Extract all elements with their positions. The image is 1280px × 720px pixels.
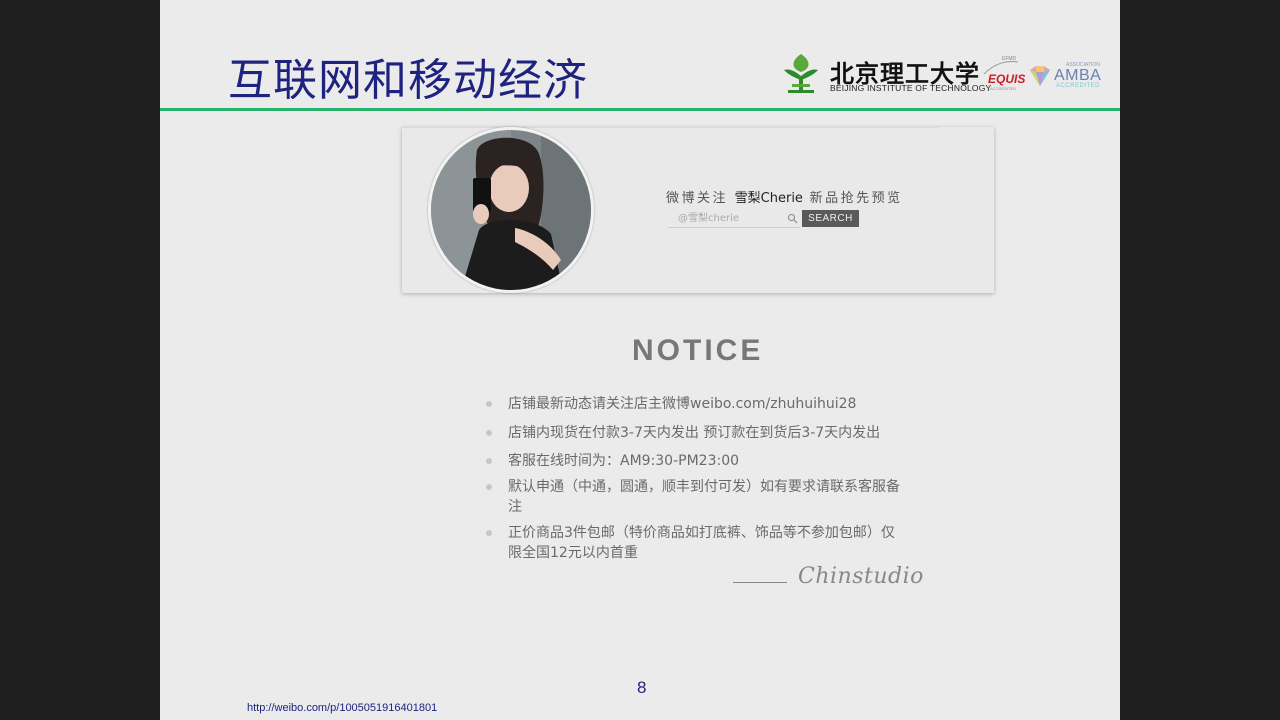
weibo-search-box: [668, 211, 800, 228]
bit-english-name: BEIJING INSTITUTE OF TECHNOLOGY: [830, 83, 992, 93]
notice-item-text: 客服在线时间为：AM9:30-PM23:00: [508, 453, 740, 469]
slide-title: 互联网和移动经济: [228, 55, 588, 106]
equis-label: EQUIS: [988, 72, 1026, 86]
notice-item-text: 店铺最新动态请关注店主微博weibo.com/zhuhuihui28: [508, 396, 857, 412]
page-number: 8: [637, 678, 647, 697]
amba-logo: ASSOCIATION AMBA ACCREDITED: [1026, 62, 1106, 92]
list-item: 店铺最新动态请关注店主微博weibo.com/zhuhuihui28: [486, 394, 906, 414]
equis-accredited-label: ACCREDITED: [990, 86, 1017, 91]
bullet-icon: [486, 430, 492, 436]
signature: Chinstudio: [798, 564, 924, 589]
bullet-icon: [486, 530, 492, 536]
weibo-search-input[interactable]: [668, 211, 790, 226]
list-item: 默认申通（中通，圆通，顺丰到付可发）如有要求请联系客服备注: [486, 477, 906, 517]
notice-item-text: 默认申通（中通，圆通，顺丰到付可发）如有要求请联系客服备注: [508, 479, 900, 515]
avatar: [428, 127, 594, 293]
banner-top-line: [402, 127, 938, 128]
amba-gem-icon: [1030, 66, 1050, 86]
search-icon[interactable]: [787, 213, 798, 224]
notice-title: NOTICE: [632, 334, 764, 367]
weibo-prefix: 微博关注: [666, 191, 729, 206]
bit-logo: 北京理工大学 BEIJING INSTITUTE OF TECHNOLOGY: [778, 50, 991, 96]
bullet-icon: [486, 484, 492, 490]
slide: 互联网和移动经济 北京理工大学 BEIJING INSTITUTE OF TEC…: [160, 0, 1120, 720]
list-item: 客服在线时间为：AM9:30-PM23:00: [486, 451, 906, 471]
avatar-photo-image: [431, 130, 591, 290]
source-link[interactable]: http://weibo.com/p/1005051916401801: [247, 702, 437, 714]
search-button[interactable]: SEARCH: [802, 210, 859, 227]
amba-accredited-label: ACCREDITED: [1056, 83, 1101, 89]
weibo-banner: 微博关注 雪梨Cherie 新品抢先预览 SEARCH: [402, 127, 994, 293]
bit-emblem-icon: [784, 54, 818, 93]
bullet-icon: [486, 458, 492, 464]
weibo-suffix: 新品抢先预览: [809, 191, 903, 206]
weibo-account-name[interactable]: 雪梨Cherie: [735, 191, 803, 206]
bullet-icon: [486, 401, 492, 407]
notice-item-text: 店铺内现货在付款3-7天内发出 预订款在到货后3-7天内发出: [508, 425, 881, 441]
equis-logo: EFMD EQUIS ACCREDITED: [982, 56, 1026, 92]
notice-list: 店铺最新动态请关注店主微博weibo.com/zhuhuihui28 店铺内现货…: [486, 394, 906, 563]
weibo-follow-text: 微博关注 雪梨Cherie 新品抢先预览: [666, 187, 903, 206]
list-item: 正价商品3件包邮（特价商品如打底裤、饰品等不参加包邮）仅限全国12元以内首重: [486, 523, 906, 563]
notice-item-text: 正价商品3件包邮（特价商品如打底裤、饰品等不参加包邮）仅限全国12元以内首重: [508, 525, 895, 561]
list-item: 店铺内现货在付款3-7天内发出 预订款在到货后3-7天内发出: [486, 423, 906, 443]
signature-dash: [733, 582, 787, 583]
title-divider: [160, 108, 1120, 111]
